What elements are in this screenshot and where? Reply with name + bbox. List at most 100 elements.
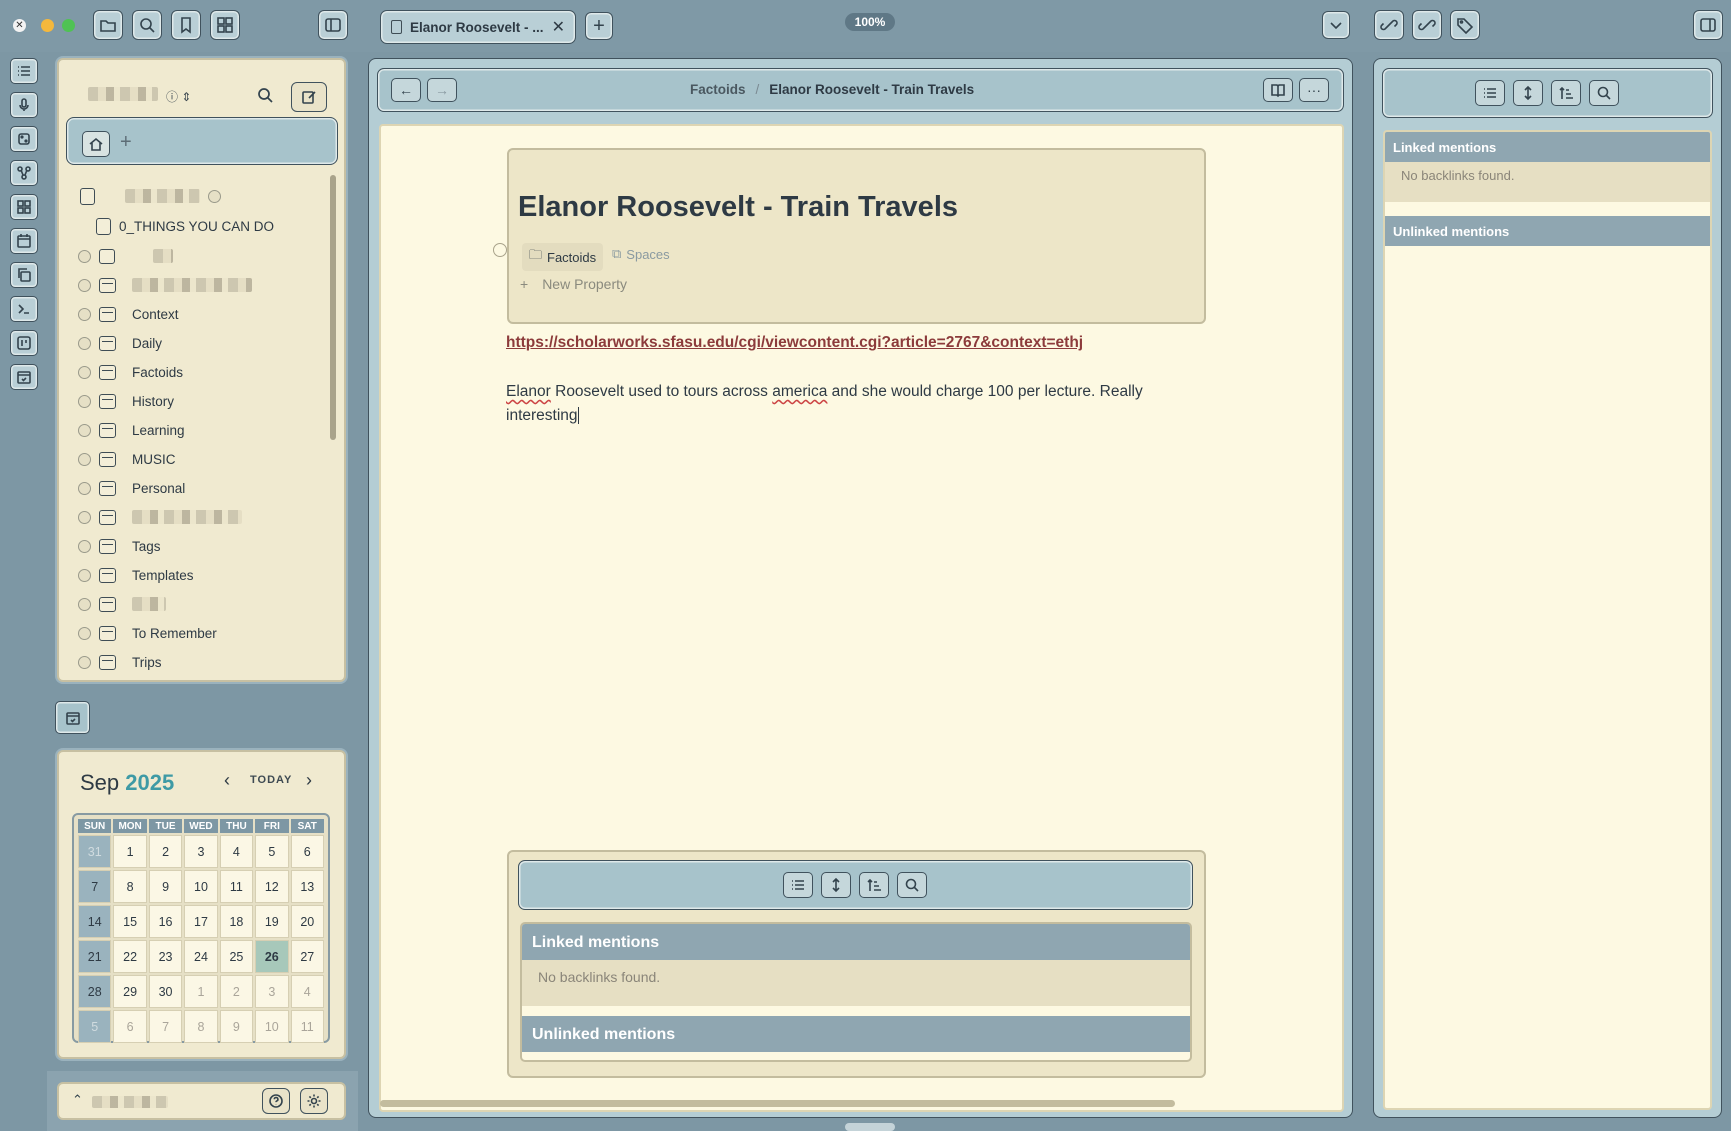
note-external-link[interactable]: https://scholarworks.sfasu.edu/cgi/viewc… <box>506 334 1083 352</box>
calendar-prev-icon[interactable]: ‹ <box>224 770 230 791</box>
search-filter-button[interactable] <box>897 872 927 898</box>
toggle-left-sidebar-button[interactable] <box>318 10 348 40</box>
calendar-day[interactable]: 10 <box>255 1010 289 1043</box>
linked-mentions-header[interactable]: Linked mentions <box>1385 132 1710 162</box>
ribbon-kanban-button[interactable] <box>10 330 38 356</box>
calendar-day[interactable]: 17 <box>184 905 218 938</box>
ribbon-graph-button[interactable] <box>10 160 38 186</box>
tree-item-to-remember[interactable]: To Remember <box>78 621 333 645</box>
calendar-day[interactable]: 4 <box>290 975 324 1008</box>
calendar-day[interactable]: 22 <box>113 940 147 973</box>
calendar-day[interactable]: 3 <box>255 975 289 1008</box>
window-maximize-button[interactable] <box>62 19 75 32</box>
bookmarks-button[interactable] <box>171 10 201 40</box>
new-note-button[interactable] <box>291 82 327 112</box>
forward-button[interactable]: → <box>427 78 457 102</box>
show-more-context-button[interactable] <box>821 872 851 898</box>
tree-item-redacted[interactable] <box>78 244 333 268</box>
backlinks-button[interactable] <box>1374 10 1404 40</box>
calendar-day[interactable]: 24 <box>184 940 218 973</box>
calendar-day[interactable]: 3 <box>184 835 218 868</box>
tree-item-daily[interactable]: Daily <box>78 331 333 355</box>
show-more-context-button[interactable] <box>1513 80 1543 106</box>
tree-item-learning[interactable]: Learning <box>78 418 333 442</box>
tree-item-music[interactable]: MUSIC <box>78 447 333 471</box>
vault-switcher-icon[interactable]: ⓘ ⇕ <box>166 88 191 105</box>
calendar-day[interactable]: 9 <box>148 870 183 903</box>
grid-view-button[interactable] <box>210 10 240 40</box>
calendar-day[interactable]: 6 <box>113 1010 147 1043</box>
calendar-day[interactable]: 2 <box>148 835 183 868</box>
ribbon-canvas-button[interactable] <box>10 194 38 220</box>
calendar-day[interactable]: 1 <box>113 835 147 868</box>
tree-item-templates[interactable]: Templates <box>78 563 333 587</box>
search-button[interactable] <box>132 10 162 40</box>
calendar-next-icon[interactable]: › <box>306 770 312 791</box>
unlinked-mentions-header[interactable]: Unlinked mentions <box>1385 216 1710 246</box>
calendar-day[interactable]: 28 <box>78 975 112 1008</box>
calendar-day[interactable]: 10 <box>184 870 218 903</box>
calendar-view-button[interactable] <box>55 701 90 734</box>
linked-mentions-header[interactable]: Linked mentions <box>522 924 1190 960</box>
explorer-search-button[interactable] <box>256 86 274 109</box>
home-button[interactable] <box>82 131 110 157</box>
calendar-day[interactable]: 23 <box>148 940 183 973</box>
collapse-results-button[interactable] <box>1475 80 1505 106</box>
calendar-day[interactable]: 29 <box>113 975 147 1008</box>
new-property-button[interactable]: + New Property <box>520 276 627 292</box>
calendar-day[interactable]: 18 <box>219 905 254 938</box>
unlinked-mentions-header[interactable]: Unlinked mentions <box>522 1016 1190 1052</box>
calendar-day[interactable]: 5 <box>255 835 289 868</box>
calendar-day[interactable]: 12 <box>255 870 289 903</box>
add-home-item-button[interactable]: + <box>120 131 132 154</box>
calendar-day[interactable]: 8 <box>113 870 147 903</box>
calendar-day[interactable]: 5 <box>78 1010 112 1043</box>
editor-horizontal-scrollbar[interactable] <box>380 1100 1175 1107</box>
calendar-day[interactable]: 15 <box>113 905 147 938</box>
spaces-property-chip[interactable]: ⧉ Spaces <box>608 243 674 265</box>
tree-item-redacted[interactable] <box>78 505 333 529</box>
ribbon-random-note-button[interactable] <box>10 126 38 152</box>
calendar-day[interactable]: 11 <box>219 870 254 903</box>
collapse-results-button[interactable] <box>783 872 813 898</box>
calendar-day[interactable]: 31 <box>78 835 112 868</box>
files-button[interactable] <box>93 10 123 40</box>
vault-switch-icon[interactable]: ⌃ <box>72 1092 83 1108</box>
tree-item-factoids[interactable]: Factoids <box>78 360 333 384</box>
tree-item-redacted[interactable] <box>78 592 333 616</box>
toggle-right-sidebar-button[interactable] <box>1693 10 1723 40</box>
tab-active-note[interactable]: Elanor Roosevelt - ... ✕ <box>380 10 576 44</box>
ribbon-record-button[interactable] <box>10 92 38 118</box>
calendar-day[interactable]: 16 <box>148 905 183 938</box>
calendar-day[interactable]: 9 <box>219 1010 254 1043</box>
search-filter-button[interactable] <box>1589 80 1619 106</box>
breadcrumb-current[interactable]: Elanor Roosevelt - Train Travels <box>769 82 974 97</box>
tree-item-redacted[interactable] <box>78 184 333 208</box>
back-button[interactable]: ← <box>391 78 421 102</box>
calendar-day[interactable]: 21 <box>78 940 112 973</box>
tags-button[interactable] <box>1450 10 1480 40</box>
ribbon-calendar-check-button[interactable] <box>10 364 38 390</box>
calendar-day[interactable]: 2 <box>219 975 254 1008</box>
note-body-text[interactable]: Elanor Roosevelt used to tours across am… <box>506 380 1206 428</box>
calendar-day[interactable]: 7 <box>148 1010 183 1043</box>
folder-property-chip[interactable]: 🗀 Factoids <box>522 243 604 271</box>
calendar-day[interactable]: 19 <box>255 905 289 938</box>
sort-button[interactable] <box>1551 80 1581 106</box>
tree-item-trips[interactable]: Trips <box>78 650 333 674</box>
calendar-day[interactable]: 11 <box>290 1010 324 1043</box>
calendar-day[interactable]: 30 <box>148 975 183 1008</box>
calendar-day[interactable]: 7 <box>78 870 112 903</box>
ribbon-daily-note-button[interactable] <box>10 228 38 254</box>
tree-item-things-you-can-do[interactable]: 0_THINGS YOU CAN DO <box>96 214 351 238</box>
calendar-day[interactable]: 4 <box>219 835 254 868</box>
calendar-day[interactable]: 27 <box>290 940 324 973</box>
settings-button[interactable] <box>300 1088 328 1114</box>
explorer-scrollbar[interactable] <box>330 175 336 440</box>
tab-close-icon[interactable]: ✕ <box>552 17 565 37</box>
sort-button[interactable] <box>859 872 889 898</box>
ribbon-outline-button[interactable] <box>10 58 38 84</box>
resize-handle[interactable] <box>845 1123 895 1131</box>
ribbon-command-palette-button[interactable] <box>10 296 38 322</box>
note-title[interactable]: Elanor Roosevelt - Train Travels <box>518 191 958 224</box>
